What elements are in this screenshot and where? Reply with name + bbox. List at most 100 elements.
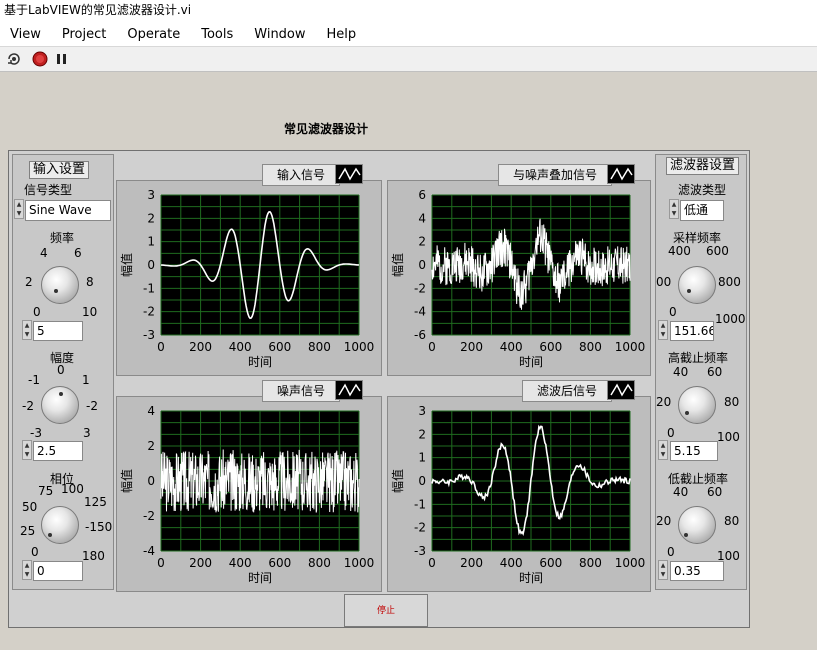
abort-execution-icon[interactable] [32,51,48,67]
frequency-spinner[interactable]: ▲ ▼ [22,320,32,340]
sample-rate-tick: 600 [706,244,729,258]
menu-project[interactable]: Project [52,24,117,46]
high-cutoff-tick: 20 [656,395,672,409]
input-settings-title: 输入设置 [29,161,90,179]
x-tick-label: 0 [428,340,436,354]
y-tick-label: -3 [143,328,155,342]
sample-rate-spinner[interactable]: ▲ ▼ [658,320,668,340]
plot-legend-icon[interactable] [607,380,635,400]
low-cutoff-spinner[interactable]: ▲ ▼ [658,560,668,580]
phase-tick: 75 [38,484,54,498]
amplitude-knob[interactable] [41,386,79,424]
graph-noise-title: 噪声信号 [262,380,341,402]
signal-type-select[interactable]: Sine Wave [25,200,111,221]
frequency-tick: 4 [40,246,48,260]
y-tick-label: 0 [147,258,155,272]
x-tick-label: 200 [460,340,483,354]
phase-knob[interactable] [41,506,79,544]
low-cutoff-tick: 80 [724,514,740,528]
x-axis-label: 时间 [519,355,543,369]
menu-tools[interactable]: Tools [191,24,244,46]
x-tick-label: 1000 [344,556,375,570]
graph-filtered-signal[interactable]: 3 2 1 0 -1 -2 -3 0 200 400 600 800 1000 时间 幅值 [387,396,651,592]
run-continuously-icon[interactable] [6,51,22,67]
high-cutoff-knob[interactable] [678,386,716,424]
x-tick-label: 200 [460,556,483,570]
x-tick-label: 400 [229,556,252,570]
frequency-tick: 2 [25,275,33,289]
frequency-tick: 6 [74,246,82,260]
frequency-knob[interactable] [41,266,79,304]
plot-legend-icon[interactable] [335,164,363,184]
y-tick-label: -3 [414,544,426,558]
x-tick-label: 0 [157,340,165,354]
x-axis-label: 时间 [248,355,272,369]
high-cutoff-spinner[interactable]: ▲ ▼ [658,440,668,460]
y-tick-label: 3 [418,404,426,418]
y-axis-label: 幅值 [390,469,405,493]
y-tick-label: -2 [414,281,426,295]
filter-type-select[interactable]: 低通 [680,200,724,221]
toolbar [0,47,817,72]
menu-help[interactable]: Help [317,24,368,46]
low-cutoff-tick: 20 [656,514,672,528]
frequency-input[interactable]: 5 [33,321,83,341]
amplitude-input[interactable]: 2.5 [33,441,83,461]
low-cutoff-tick: 60 [707,485,723,499]
phase-input[interactable]: 0 [33,561,83,581]
phase-spinner[interactable]: ▲ ▼ [22,560,32,580]
x-tick-label: 800 [308,340,331,354]
x-tick-label: 800 [308,556,331,570]
y-tick-label: 1 [418,451,426,465]
high-cutoff-tick: 0 [667,426,675,440]
amplitude-tick: -3 [30,426,42,440]
x-tick-label: 1000 [615,556,646,570]
graph-noisy-signal[interactable]: 6 4 2 0 -2 -4 -6 0 200 400 600 800 1000 时间 幅值 [387,180,651,376]
pause-icon[interactable] [54,51,70,67]
low-cutoff-tick: 40 [673,485,689,499]
plot-legend-icon[interactable] [607,164,635,184]
signal-type-spinner[interactable]: ▲ ▼ [14,199,24,219]
graph-input-signal[interactable]: 3 2 1 0 -1 -2 -3 0 200 400 600 800 1000 时间 幅值 [116,180,382,376]
filter-type-spinner[interactable]: ▲ ▼ [669,199,679,219]
x-tick-label: 1000 [615,340,646,354]
panel-title: 常见滤波器设计 [284,122,369,136]
y-tick-label: 0 [418,474,426,488]
sample-rate-tick: 1000 [715,312,746,326]
menu-view[interactable]: View [0,24,52,46]
y-tick-label: -2 [143,509,155,523]
frequency-label: 频率 [50,231,75,245]
y-tick-label: 2 [147,211,155,225]
y-tick-label: 1 [147,235,155,249]
y-tick-label: -2 [414,521,426,535]
x-tick-label: 0 [428,556,436,570]
plot-svg: 420-2-40 200 400 600 800 1000时间幅值 [119,404,375,585]
graph-noise-signal[interactable]: 4 2 0 -2 -4 0 200 400 600 800 1000 时间 幅值 [116,396,382,592]
high-cutoff-tick: 60 [707,365,723,379]
low-cutoff-knob[interactable] [678,506,716,544]
stop-button[interactable]: 停止 [344,594,428,627]
sample-rate-knob[interactable] [678,266,716,304]
x-tick-label: 600 [268,556,291,570]
x-tick-label: 400 [229,340,252,354]
plot-legend-icon[interactable] [335,380,363,400]
x-tick-label: 600 [268,340,291,354]
sample-rate-tick: 800 [718,275,741,289]
y-tick-label: 2 [418,427,426,441]
sample-rate-input[interactable]: 151.669 [670,321,714,341]
y-tick-label: 4 [418,211,426,225]
y-tick-label: -1 [143,281,155,295]
menu-window[interactable]: Window [244,24,316,46]
low-cutoff-input[interactable]: 0.35 [670,561,724,581]
phase-tick: 100 [61,482,84,496]
menu-operate[interactable]: Operate [117,24,191,46]
phase-tick: 180 [82,549,105,563]
x-tick-label: 800 [579,556,602,570]
x-axis-label: 时间 [519,571,543,585]
phase-tick: 125 [84,495,107,509]
y-tick-label: 6 [418,188,426,202]
amplitude-spinner[interactable]: ▲ ▼ [22,440,32,460]
amplitude-tick: 0 [57,363,65,377]
high-cutoff-input[interactable]: 5.15 [670,441,718,461]
x-tick-label: 800 [579,340,602,354]
